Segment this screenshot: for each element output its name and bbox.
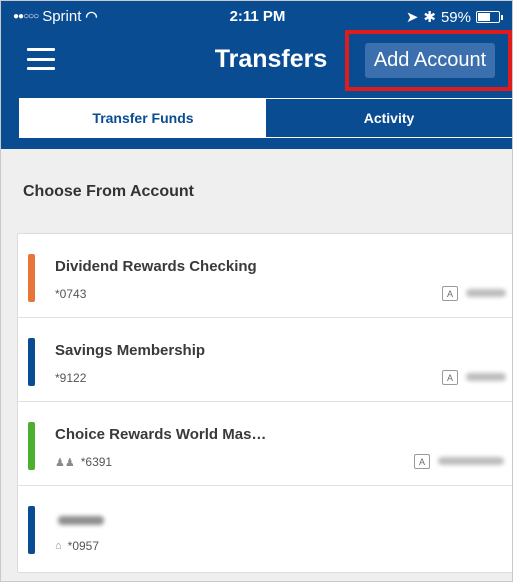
account-number: *0743: [55, 287, 86, 301]
app-screen: ●●○○○ Sprint ◠ 2:11 PM ➤ ✱ 59% Transfers…: [0, 0, 513, 582]
account-item-dividend-rewards-checking[interactable]: Dividend Rewards Checking *0743 A: [18, 234, 512, 318]
account-name: Choice Rewards World Mas…: [55, 426, 267, 443]
redacted-balance: [466, 289, 506, 297]
account-number-text: *9122: [55, 371, 87, 385]
redacted-account-name: [58, 516, 104, 525]
account-color-bar: [28, 338, 35, 386]
redacted-balance: [438, 457, 504, 465]
account-color-bar: [28, 254, 35, 302]
account-number-text: *0743: [55, 287, 87, 301]
joint-owner-icon: ♟♟: [55, 456, 75, 469]
bank-icon: ⌂: [55, 540, 62, 552]
page-title: Transfers: [214, 45, 328, 73]
account-badge: A: [442, 370, 458, 385]
tab-bar: Transfer Funds Activity: [19, 98, 512, 138]
account-number: ♟♟ *6391: [55, 455, 112, 469]
account-badge: A: [442, 286, 458, 301]
account-number-text: *6391: [80, 455, 113, 469]
tab-activity[interactable]: Activity: [266, 99, 512, 137]
account-color-bar: [28, 422, 35, 470]
battery-percent: 59%: [440, 8, 471, 26]
hamburger-menu-icon[interactable]: [27, 48, 55, 70]
status-bar: ●●○○○ Sprint ◠ 2:11 PM ➤ ✱ 59%: [1, 1, 512, 31]
account-name: Dividend Rewards Checking: [55, 258, 257, 275]
account-badge: A: [414, 454, 430, 469]
account-number-text: *0957: [67, 539, 100, 553]
tab-transfer-funds[interactable]: Transfer Funds: [20, 99, 266, 137]
section-title: Choose From Account: [23, 183, 194, 200]
add-account-button[interactable]: Add Account: [365, 43, 495, 78]
battery-icon: [476, 11, 503, 23]
battery-level: [478, 13, 490, 21]
account-color-bar: [28, 506, 35, 554]
redacted-balance: [466, 373, 506, 381]
account-list: Dividend Rewards Checking *0743 A Saving…: [17, 233, 512, 573]
header: ●●○○○ Sprint ◠ 2:11 PM ➤ ✱ 59% Transfers…: [1, 1, 512, 149]
location-icon: ➤: [405, 9, 419, 26]
account-number: ⌂ *0957: [55, 539, 99, 553]
add-account-highlight: Add Account: [345, 30, 512, 91]
account-number: *9122: [55, 371, 86, 385]
account-item-external[interactable]: ⌂ *0957: [18, 486, 512, 570]
account-item-savings-membership[interactable]: Savings Membership *9122 A: [18, 318, 512, 402]
account-item-choice-rewards[interactable]: Choice Rewards World Mas… ♟♟ *6391 A: [18, 402, 512, 486]
status-right: ➤ ✱ 59%: [405, 8, 503, 26]
account-name: Savings Membership: [55, 342, 206, 359]
bluetooth-icon: ✱: [423, 9, 436, 26]
